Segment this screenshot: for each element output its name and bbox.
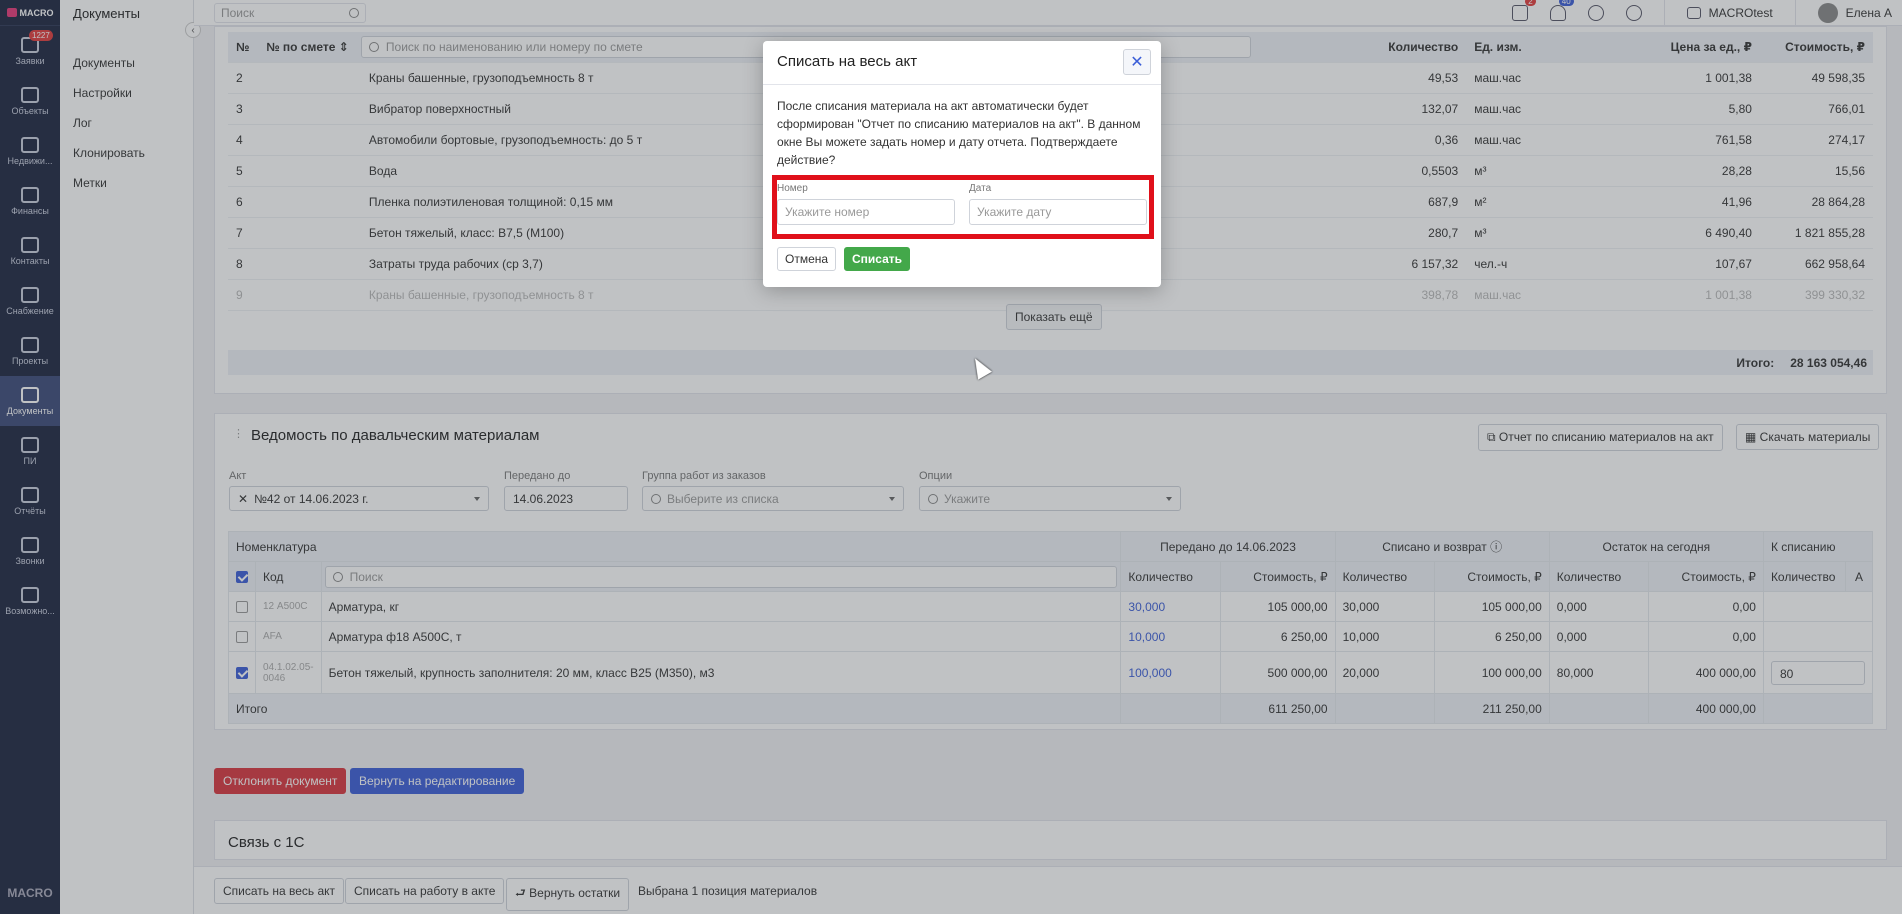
close-icon: ✕ [1130,54,1144,71]
modal-message: После списания материала на акт автомати… [777,99,1141,167]
cancel-button[interactable]: Отмена [777,247,837,271]
date-label: Дата [969,183,992,194]
report-date-input[interactable]: Укажите дату [969,199,1147,225]
close-modal-button[interactable]: ✕ [1123,49,1151,75]
divider [763,84,1161,85]
modal-title: Списать на весь акт [777,53,918,70]
confirm-write-off-button[interactable]: Списать [844,247,911,271]
number-label: Номер [777,183,808,194]
report-number-input[interactable]: Укажите номер [777,199,955,225]
write-off-modal: Списать на весь акт ✕ После списания мат… [763,41,1161,287]
